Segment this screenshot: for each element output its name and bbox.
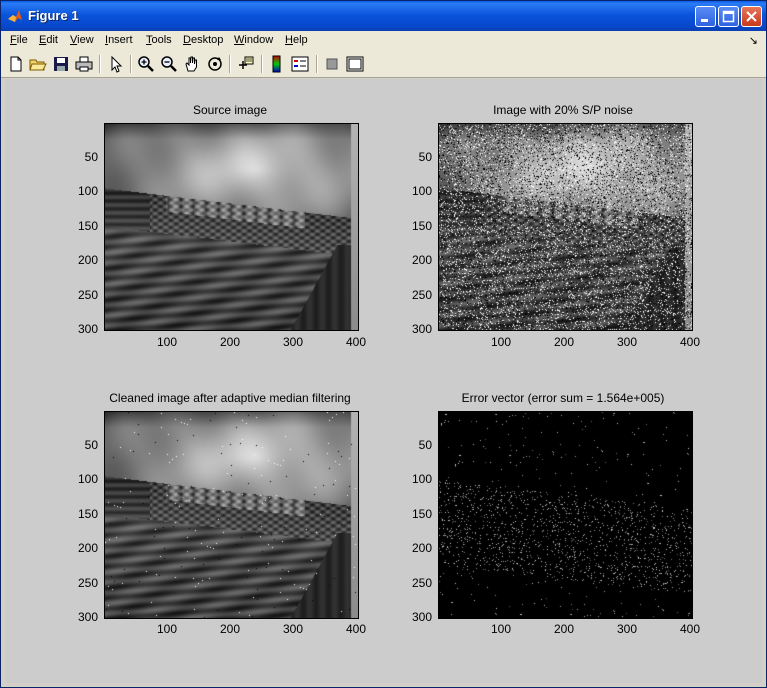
axes-title: Error vector (error sum = 1.564e+005) bbox=[461, 391, 665, 405]
x-tick-label: 400 bbox=[679, 335, 701, 349]
x-tick-label: 200 bbox=[219, 335, 241, 349]
figure-window: Figure 1 File Edit View Insert Tools Des… bbox=[0, 0, 767, 688]
x-tick-label: 200 bbox=[553, 335, 575, 349]
y-tick-label: 100 bbox=[77, 472, 98, 486]
x-tick-label: 100 bbox=[490, 335, 512, 349]
y-tick-label: 300 bbox=[77, 322, 98, 336]
y-tick-label: 50 bbox=[84, 150, 98, 164]
y-tick-label: 100 bbox=[411, 184, 432, 198]
zoom-out-icon[interactable] bbox=[159, 54, 179, 74]
x-tick-label: 100 bbox=[156, 622, 178, 636]
x-tick-label: 100 bbox=[490, 622, 512, 636]
error-image-pixels bbox=[439, 412, 692, 618]
new-file-icon[interactable] bbox=[6, 54, 26, 74]
y-tick-label: 150 bbox=[411, 219, 432, 233]
noisy-image-pixels bbox=[439, 124, 692, 330]
x-tick-label: 400 bbox=[679, 622, 701, 636]
data-cursor-icon[interactable] bbox=[236, 54, 256, 74]
cleaned-image[interactable] bbox=[104, 411, 359, 619]
maximize-icon bbox=[722, 10, 735, 23]
x-tick-label: 200 bbox=[219, 622, 241, 636]
y-tick-label: 250 bbox=[77, 576, 98, 590]
show-plot-tools-icon[interactable] bbox=[345, 54, 365, 74]
y-tick-label: 300 bbox=[411, 610, 432, 624]
toolbar-separator bbox=[316, 55, 318, 73]
close-button[interactable] bbox=[741, 6, 762, 27]
zoom-in-icon[interactable] bbox=[136, 54, 156, 74]
save-icon[interactable] bbox=[51, 54, 71, 74]
x-tick-label: 400 bbox=[345, 622, 367, 636]
y-tick-label: 200 bbox=[77, 253, 98, 267]
y-tick-label: 150 bbox=[411, 507, 432, 521]
y-tick-label: 200 bbox=[411, 253, 432, 267]
y-tick-label: 300 bbox=[77, 610, 98, 624]
maximize-button[interactable] bbox=[718, 6, 739, 27]
x-tick-label: 100 bbox=[156, 335, 178, 349]
minimize-button[interactable] bbox=[695, 6, 716, 27]
menu-insert[interactable]: Insert bbox=[105, 34, 133, 46]
menu-tools[interactable]: Tools bbox=[146, 34, 172, 46]
pan-icon[interactable] bbox=[182, 54, 202, 74]
y-tick-label: 50 bbox=[84, 438, 98, 452]
x-tick-label: 400 bbox=[345, 335, 367, 349]
y-tick-label: 50 bbox=[418, 438, 432, 452]
title-bar[interactable]: Figure 1 bbox=[1, 1, 766, 31]
toolbar bbox=[1, 51, 766, 78]
y-tick-label: 250 bbox=[77, 288, 98, 302]
menu-bar: File Edit View Insert Tools Desktop Wind… bbox=[1, 31, 766, 51]
x-tick-label: 300 bbox=[282, 622, 304, 636]
rotate-icon[interactable] bbox=[205, 54, 225, 74]
menu-view[interactable]: View bbox=[70, 34, 94, 46]
noisy-image[interactable] bbox=[438, 123, 693, 331]
legend-icon[interactable] bbox=[290, 54, 310, 74]
menu-file[interactable]: File bbox=[10, 34, 28, 46]
menu-desktop[interactable]: Desktop bbox=[183, 34, 223, 46]
x-tick-label: 200 bbox=[553, 622, 575, 636]
y-tick-label: 200 bbox=[77, 541, 98, 555]
x-tick-label: 300 bbox=[616, 335, 638, 349]
toolbar-separator bbox=[99, 55, 101, 73]
print-icon[interactable] bbox=[74, 54, 94, 74]
source-image-pixels bbox=[105, 124, 358, 330]
y-tick-label: 200 bbox=[411, 541, 432, 555]
y-tick-label: 150 bbox=[77, 507, 98, 521]
window-title: Figure 1 bbox=[28, 8, 79, 23]
dock-arrow-icon[interactable]: ↘ bbox=[749, 34, 758, 47]
y-tick-label: 50 bbox=[418, 150, 432, 164]
x-tick-label: 300 bbox=[616, 622, 638, 636]
toolbar-separator bbox=[229, 55, 231, 73]
menu-edit[interactable]: Edit bbox=[39, 34, 58, 46]
y-tick-label: 300 bbox=[411, 322, 432, 336]
minimize-icon bbox=[701, 19, 708, 22]
y-tick-label: 100 bbox=[77, 184, 98, 198]
toolbar-separator bbox=[130, 55, 132, 73]
colorbar-icon[interactable] bbox=[267, 54, 287, 74]
cleaned-image-pixels bbox=[105, 412, 358, 618]
axes-title: Image with 20% S/P noise bbox=[493, 103, 633, 117]
source-image[interactable] bbox=[104, 123, 359, 331]
figure-canvas: Source image 50 100 150 200 250 300 100 … bbox=[5, 79, 762, 683]
y-tick-label: 100 bbox=[411, 472, 432, 486]
y-tick-label: 250 bbox=[411, 576, 432, 590]
menu-window[interactable]: Window bbox=[234, 34, 273, 46]
axes-title: Source image bbox=[192, 103, 268, 117]
x-tick-label: 300 bbox=[282, 335, 304, 349]
error-image[interactable] bbox=[438, 411, 693, 619]
pointer-icon[interactable] bbox=[106, 54, 126, 74]
menu-help[interactable]: Help bbox=[285, 34, 308, 46]
y-tick-label: 250 bbox=[411, 288, 432, 302]
matlab-icon bbox=[8, 10, 22, 22]
open-file-icon[interactable] bbox=[28, 54, 48, 74]
close-icon bbox=[746, 11, 757, 22]
y-tick-label: 150 bbox=[77, 219, 98, 233]
toolbar-separator bbox=[261, 55, 263, 73]
hide-plot-tools-icon[interactable] bbox=[322, 54, 342, 74]
axes-title: Cleaned image after adaptive median filt… bbox=[109, 391, 351, 405]
